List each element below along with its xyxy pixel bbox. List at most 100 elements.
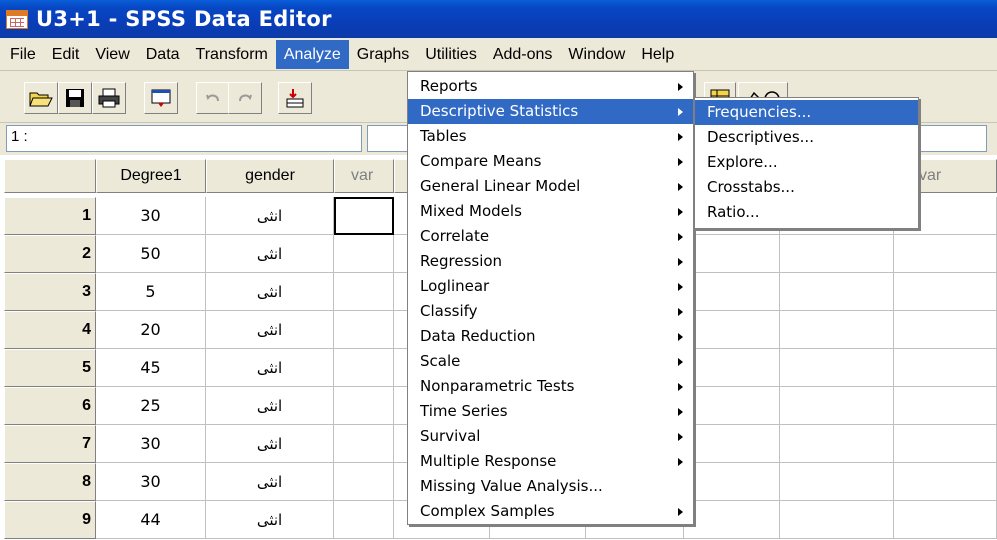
cell-degree1[interactable]: 25 xyxy=(96,387,206,425)
corner-header[interactable] xyxy=(4,159,96,193)
column-header-gender[interactable]: gender xyxy=(206,159,334,193)
cell-gender[interactable]: انثى xyxy=(206,387,334,425)
cell-empty[interactable] xyxy=(684,387,780,425)
menu-window[interactable]: Window xyxy=(560,40,633,69)
menu-utilities[interactable]: Utilities xyxy=(417,40,485,69)
undo-button[interactable] xyxy=(196,82,230,114)
cell-empty[interactable] xyxy=(780,311,894,349)
cell-empty[interactable] xyxy=(894,501,997,539)
row-header[interactable]: 4 xyxy=(4,311,96,349)
cell-empty[interactable] xyxy=(780,349,894,387)
menu-file[interactable]: File xyxy=(2,40,44,69)
row-header[interactable]: 2 xyxy=(4,235,96,273)
goto-case-button[interactable] xyxy=(278,82,312,114)
cell-gender[interactable]: انثى xyxy=(206,311,334,349)
cell-degree1[interactable]: 45 xyxy=(96,349,206,387)
analyze-menu-item-general-linear-model[interactable]: General Linear Model xyxy=(408,174,693,199)
analyze-menu-item-complex-samples[interactable]: Complex Samples xyxy=(408,499,693,524)
cell-empty[interactable] xyxy=(684,235,780,273)
analyze-menu-item-compare-means[interactable]: Compare Means xyxy=(408,149,693,174)
analyze-menu-item-data-reduction[interactable]: Data Reduction xyxy=(408,324,693,349)
row-header[interactable]: 6 xyxy=(4,387,96,425)
cell-empty[interactable] xyxy=(684,501,780,539)
analyze-menu-item-scale[interactable]: Scale xyxy=(408,349,693,374)
cell-empty[interactable] xyxy=(894,311,997,349)
analyze-menu-item-reports[interactable]: Reports xyxy=(408,74,693,99)
cell-empty[interactable] xyxy=(684,463,780,501)
cell-reference-field[interactable]: 1 : xyxy=(6,125,362,152)
analyze-menu-item-tables[interactable]: Tables xyxy=(408,124,693,149)
cell-gender[interactable]: انثى xyxy=(206,425,334,463)
cell-empty[interactable] xyxy=(684,425,780,463)
menu-analyze[interactable]: Analyze xyxy=(275,39,349,69)
cell-empty[interactable] xyxy=(894,273,997,311)
analyze-menu-item-missing-value-analysis[interactable]: Missing Value Analysis... xyxy=(408,474,693,499)
cell-empty[interactable] xyxy=(780,501,894,539)
analyze-menu-item-survival[interactable]: Survival xyxy=(408,424,693,449)
submenu-item-descriptives[interactable]: Descriptives... xyxy=(695,125,918,150)
print-button[interactable] xyxy=(92,82,126,114)
cell-gender[interactable]: انثى xyxy=(206,463,334,501)
submenu-item-crosstabs[interactable]: Crosstabs... xyxy=(695,175,918,200)
cell-active[interactable] xyxy=(334,197,394,235)
cell-empty[interactable] xyxy=(334,387,394,425)
menu-add-ons[interactable]: Add-ons xyxy=(485,40,561,69)
analyze-menu-item-classify[interactable]: Classify xyxy=(408,299,693,324)
cell-empty[interactable] xyxy=(894,463,997,501)
menu-edit[interactable]: Edit xyxy=(44,40,88,69)
cell-empty[interactable] xyxy=(684,349,780,387)
cell-degree1[interactable]: 44 xyxy=(96,501,206,539)
cell-gender[interactable]: انثى xyxy=(206,235,334,273)
analyze-menu-item-correlate[interactable]: Correlate xyxy=(408,224,693,249)
cell-degree1[interactable]: 50 xyxy=(96,235,206,273)
submenu-item-ratio[interactable]: Ratio... xyxy=(695,200,918,225)
cell-empty[interactable] xyxy=(780,273,894,311)
cell-empty[interactable] xyxy=(894,425,997,463)
analyze-menu-item-descriptive-statistics[interactable]: Descriptive Statistics xyxy=(408,99,693,124)
cell-degree1[interactable]: 5 xyxy=(96,273,206,311)
cell-empty[interactable] xyxy=(684,311,780,349)
submenu-item-explore[interactable]: Explore... xyxy=(695,150,918,175)
row-header[interactable]: 9 xyxy=(4,501,96,539)
cell-empty[interactable] xyxy=(780,235,894,273)
cell-empty[interactable] xyxy=(334,501,394,539)
cell-empty[interactable] xyxy=(894,349,997,387)
row-header[interactable]: 8 xyxy=(4,463,96,501)
cell-gender[interactable]: انثى xyxy=(206,349,334,387)
cell-gender[interactable]: انثى xyxy=(206,501,334,539)
cell-empty[interactable] xyxy=(334,425,394,463)
analyze-menu-item-nonparametric-tests[interactable]: Nonparametric Tests xyxy=(408,374,693,399)
open-button[interactable] xyxy=(24,82,58,114)
analyze-menu-item-regression[interactable]: Regression xyxy=(408,249,693,274)
cell-empty[interactable] xyxy=(334,463,394,501)
row-header[interactable]: 3 xyxy=(4,273,96,311)
cell-degree1[interactable]: 30 xyxy=(96,463,206,501)
row-header[interactable]: 7 xyxy=(4,425,96,463)
cell-empty[interactable] xyxy=(334,235,394,273)
cell-empty[interactable] xyxy=(684,273,780,311)
redo-button[interactable] xyxy=(228,82,262,114)
cell-gender[interactable]: انثى xyxy=(206,273,334,311)
cell-empty[interactable] xyxy=(780,463,894,501)
cell-degree1[interactable]: 20 xyxy=(96,311,206,349)
analyze-menu-item-time-series[interactable]: Time Series xyxy=(408,399,693,424)
cell-degree1[interactable]: 30 xyxy=(96,425,206,463)
cell-empty[interactable] xyxy=(894,387,997,425)
dialog-recall-button[interactable] xyxy=(144,82,178,114)
menu-help[interactable]: Help xyxy=(633,40,682,69)
row-header[interactable]: 1 xyxy=(4,197,96,235)
menu-view[interactable]: View xyxy=(87,40,137,69)
submenu-item-frequencies[interactable]: Frequencies... xyxy=(695,100,918,125)
analyze-menu-item-loglinear[interactable]: Loglinear xyxy=(408,274,693,299)
menu-transform[interactable]: Transform xyxy=(188,40,276,69)
analyze-menu-item-mixed-models[interactable]: Mixed Models xyxy=(408,199,693,224)
menu-data[interactable]: Data xyxy=(138,40,188,69)
save-button[interactable] xyxy=(58,82,92,114)
cell-degree1[interactable]: 30 xyxy=(96,197,206,235)
cell-empty[interactable] xyxy=(334,273,394,311)
cell-gender[interactable]: انثى xyxy=(206,197,334,235)
column-header-var[interactable]: var xyxy=(334,159,394,193)
cell-empty[interactable] xyxy=(894,235,997,273)
menu-graphs[interactable]: Graphs xyxy=(349,40,417,69)
cell-empty[interactable] xyxy=(334,349,394,387)
